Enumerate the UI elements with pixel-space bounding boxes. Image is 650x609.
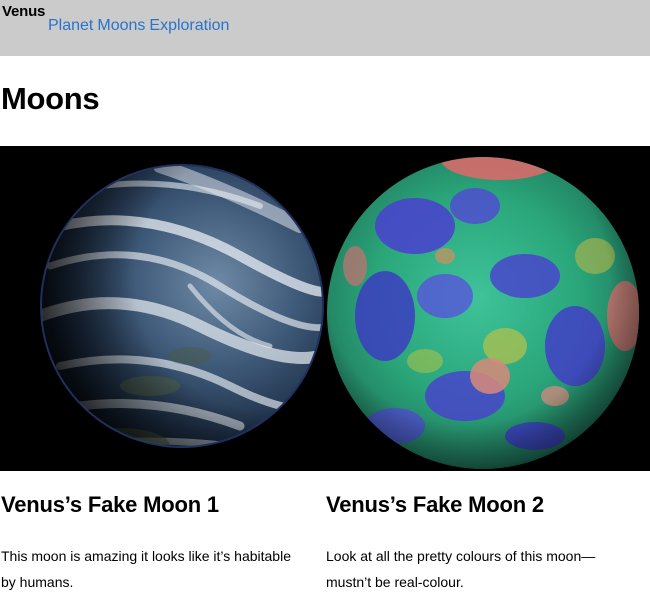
nav-link-planet[interactable]: Planet bbox=[48, 17, 93, 35]
moon-2-title: Venus’s Fake Moon 2 bbox=[326, 492, 544, 517]
moon-1-description: This moon is amazing it looks like it’s … bbox=[1, 548, 291, 590]
nav-link-moons[interactable]: Moons bbox=[97, 17, 145, 35]
moon-1-title: Venus’s Fake Moon 1 bbox=[1, 492, 219, 517]
moon-1-image bbox=[0, 146, 325, 471]
moon-2-description: Look at all the pretty colours of this m… bbox=[326, 548, 596, 590]
moon-2-image bbox=[325, 146, 650, 471]
main-nav: Planet Moons Exploration bbox=[48, 17, 229, 35]
site-header: Venus Planet Moons Exploration bbox=[0, 0, 650, 56]
page-title: Moons bbox=[1, 81, 100, 116]
site-title: Venus bbox=[2, 3, 46, 20]
nav-link-exploration[interactable]: Exploration bbox=[149, 17, 229, 35]
